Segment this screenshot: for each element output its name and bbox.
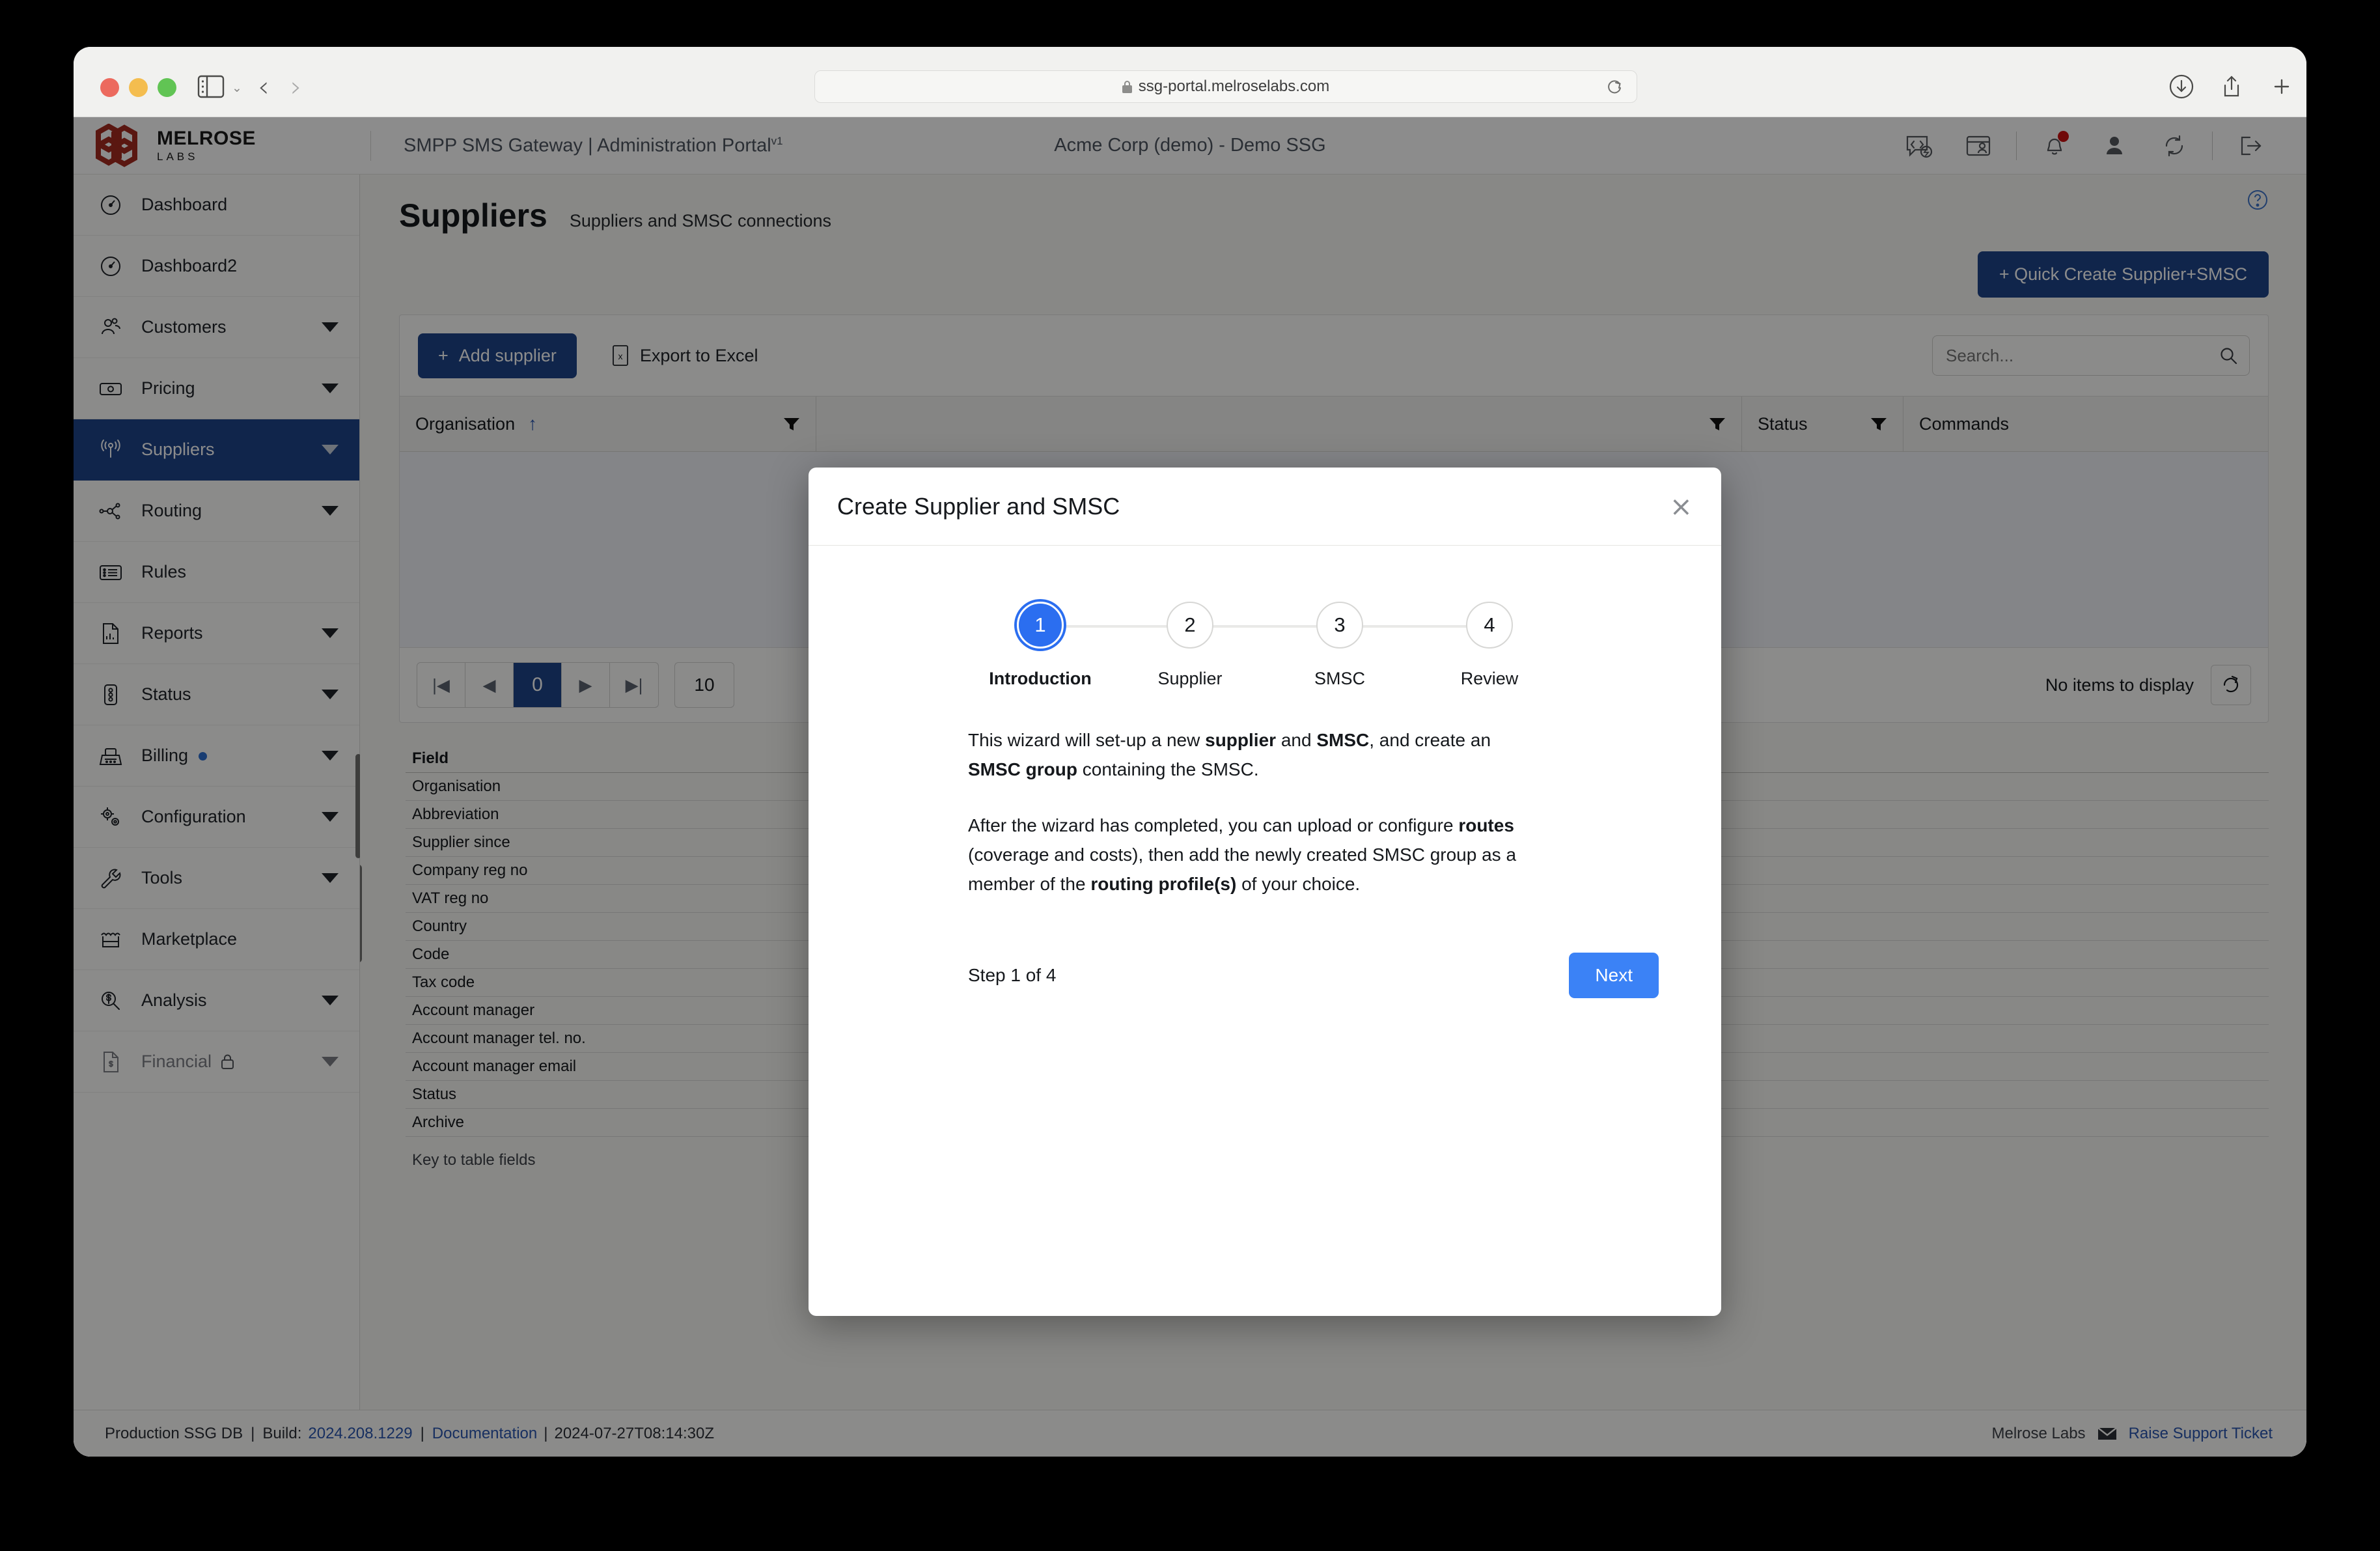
wizard-step-review[interactable]: 4 Review: [1415, 602, 1564, 689]
close-icon[interactable]: ×: [1670, 492, 1693, 520]
share-icon[interactable]: [2217, 72, 2247, 102]
modal-body: This wizard will set-up a new supplier a…: [809, 689, 1721, 899]
intro-paragraph-2: After the wizard has completed, you can …: [968, 815, 1517, 895]
step-label: Supplier: [1157, 669, 1223, 688]
address-bar[interactable]: ssg-portal.melroselabs.com: [814, 70, 1637, 103]
step-number: 2: [1167, 602, 1213, 649]
create-supplier-smsc-modal: Create Supplier and SMSC × 1 Introductio…: [809, 468, 1721, 1316]
plus-icon[interactable]: [2267, 72, 2297, 102]
window-close-button[interactable]: [100, 78, 119, 97]
forward-chevron-icon[interactable]: ›: [290, 73, 319, 102]
step-indicator: Step 1 of 4: [968, 964, 1057, 985]
back-chevron-icon[interactable]: ‹: [258, 73, 286, 102]
sidebar-toggle-icon[interactable]: [197, 74, 225, 99]
step-number: 3: [1316, 602, 1363, 649]
modal-title: Create Supplier and SMSC: [837, 492, 1120, 520]
modal-header: Create Supplier and SMSC ×: [809, 468, 1721, 546]
lock-icon: [1122, 80, 1132, 93]
intro-paragraph-1: This wizard will set-up a new supplier a…: [968, 730, 1491, 780]
wizard-step-smsc[interactable]: 3 SMSC: [1265, 602, 1489, 689]
step-label: Introduction: [989, 669, 1092, 688]
url-text: ssg-portal.melroselabs.com: [1138, 77, 1330, 95]
browser-window: ⌄ ‹ › ssg-portal.melroselabs.com MELROSE…: [74, 47, 2306, 1457]
wizard-step-supplier[interactable]: 2 Supplier: [1115, 602, 1340, 689]
step-label: Review: [1460, 669, 1519, 688]
step-number: 4: [1466, 602, 1513, 649]
wizard-step-introduction[interactable]: 1 Introduction: [965, 602, 1190, 689]
step-number: 1: [1017, 602, 1064, 649]
download-icon[interactable]: [2166, 72, 2196, 102]
window-maximize-button[interactable]: [158, 78, 176, 97]
reload-icon[interactable]: [1606, 79, 1622, 96]
window-minimize-button[interactable]: [129, 78, 148, 97]
wizard-stepper: 1 Introduction 2 Supplier 3 SMSC 4 Revie…: [809, 546, 1721, 689]
step-label: SMSC: [1314, 669, 1365, 688]
modal-footer: Step 1 of 4 Next: [809, 952, 1721, 998]
app-viewport: MELROSE LABS SMPP SMS Gateway | Administ…: [74, 117, 2306, 1457]
chevron-down-icon[interactable]: ⌄: [232, 81, 242, 96]
browser-toolbar: ⌄ ‹ › ssg-portal.melroselabs.com: [74, 47, 2306, 117]
next-button[interactable]: Next: [1569, 952, 1659, 998]
